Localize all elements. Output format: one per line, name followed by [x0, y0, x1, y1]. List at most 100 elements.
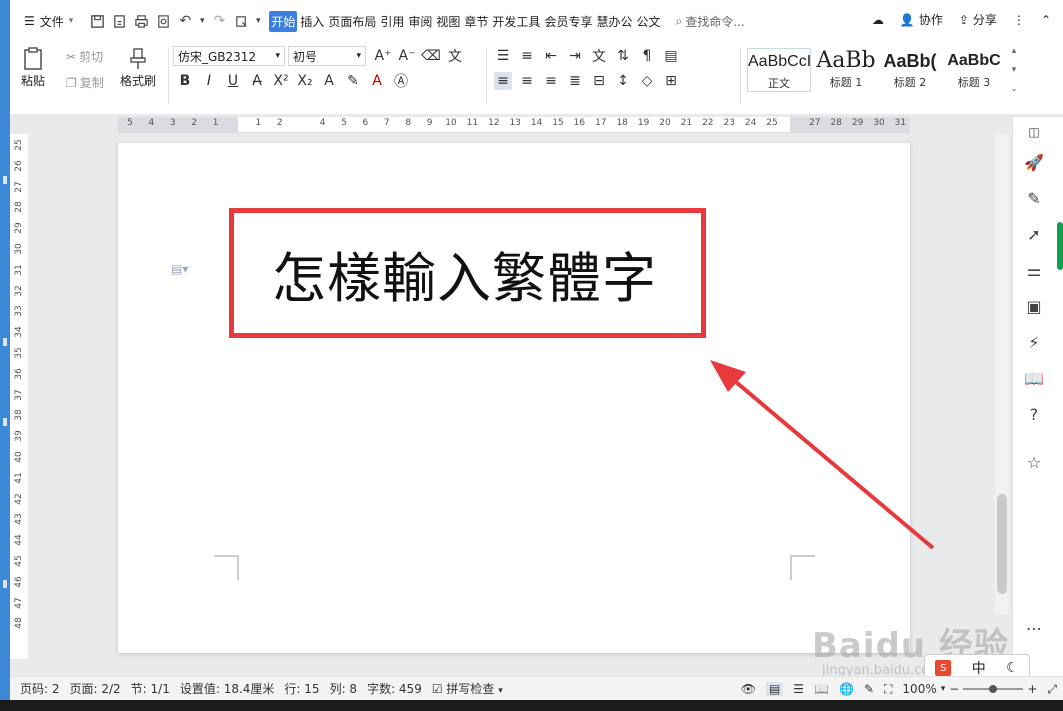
help-icon[interactable]: ?: [1023, 403, 1045, 425]
zoom-slider-knob[interactable]: [989, 685, 998, 693]
print-preview-icon[interactable]: [153, 11, 173, 31]
font-size-select[interactable]: 初号 ▾: [288, 46, 366, 66]
search-input[interactable]: 查找命令...: [685, 13, 744, 30]
line-spacing-icon[interactable]: ↕: [614, 72, 632, 90]
tab-view[interactable]: 视图: [435, 11, 461, 32]
chevron-down-icon[interactable]: ▾: [1012, 65, 1017, 75]
more-icon[interactable]: ⋮: [1013, 13, 1025, 27]
paste-button[interactable]: 粘贴: [20, 46, 46, 89]
align-center-icon[interactable]: ≡: [518, 72, 536, 90]
undo-icon[interactable]: ↶: [175, 11, 195, 31]
more-dots-icon[interactable]: ⋯: [1023, 617, 1045, 639]
tab-start[interactable]: 开始: [269, 10, 298, 32]
bold-icon[interactable]: B: [176, 72, 194, 90]
lightning-icon[interactable]: ⚡: [1023, 331, 1045, 353]
subscript-icon[interactable]: X₂: [296, 72, 314, 90]
web-view-icon[interactable]: 🌐: [839, 682, 854, 696]
style-heading-3[interactable]: AaBbC 标题 3: [942, 48, 1006, 92]
status-page-number[interactable]: 页码: 2: [20, 680, 60, 697]
status-word-count[interactable]: 字数: 459: [367, 680, 422, 697]
justify-icon[interactable]: ≣: [566, 72, 584, 90]
panel-toggle-icon[interactable]: ◫: [1023, 121, 1045, 143]
font-name-select[interactable]: 仿宋_GB2312 ▾: [173, 46, 285, 66]
tab-chapter[interactable]: 章节: [463, 11, 489, 32]
bullet-list-icon[interactable]: ☰: [494, 47, 512, 65]
quick-access-dropdown-icon[interactable]: ▾: [253, 11, 263, 31]
status-row[interactable]: 行: 15: [284, 680, 319, 697]
undo-dropdown-icon[interactable]: ▾: [197, 11, 207, 31]
underline-icon[interactable]: U: [224, 72, 242, 90]
decrease-indent-icon[interactable]: ⇤: [542, 47, 560, 65]
highlight-icon[interactable]: ✎: [344, 72, 362, 90]
distribute-icon[interactable]: ⊟: [590, 72, 608, 90]
status-col[interactable]: 列: 8: [330, 680, 358, 697]
status-section[interactable]: 节: 1/1: [131, 680, 170, 697]
status-pages[interactable]: 页面: 2/2: [70, 680, 121, 697]
scrollbar-thumb[interactable]: [997, 494, 1007, 594]
numbered-list-icon[interactable]: ≡: [518, 47, 536, 65]
tab-page-layout[interactable]: 页面布局: [327, 11, 377, 32]
style-gallery-scroll[interactable]: ▴ ▾ ⌄: [1008, 46, 1020, 94]
redo-icon[interactable]: ↷: [209, 11, 229, 31]
fullscreen-icon[interactable]: ⤢: [1047, 682, 1057, 697]
pen-icon[interactable]: ✎: [1023, 187, 1045, 209]
tab-member[interactable]: 会员专享: [543, 11, 593, 32]
ime-mode[interactable]: 中: [972, 658, 986, 678]
zoom-slider[interactable]: [963, 685, 1024, 693]
starred-folder-icon[interactable]: ☆: [1023, 451, 1045, 473]
tab-references[interactable]: 引用: [379, 11, 405, 32]
shading-icon[interactable]: ◇: [638, 72, 656, 90]
style-normal[interactable]: AaBbCcI 正文: [747, 48, 811, 92]
vertical-ruler[interactable]: 25 26 27 28 29 30 31 32 33 34 35 36 37 38 39 40 41 42 43 44…: [10, 134, 28, 659]
cursor-icon[interactable]: ➚: [1023, 223, 1045, 245]
vertical-scrollbar[interactable]: [995, 134, 1009, 614]
style-heading-2[interactable]: AaBb( 标题 2: [878, 48, 942, 92]
page-view-icon[interactable]: ▤: [765, 682, 784, 696]
gallery-expand-icon[interactable]: ⌄: [1010, 84, 1018, 94]
clear-format-icon[interactable]: ⌫: [421, 47, 441, 65]
image-edit-icon[interactable]: ▣: [1023, 295, 1045, 317]
zoom-out-icon[interactable]: −: [949, 682, 959, 696]
sort-icon[interactable]: ⇅: [614, 47, 632, 65]
shrink-font-icon[interactable]: A⁻: [398, 47, 416, 65]
collapse-ribbon-icon[interactable]: ⌃: [1041, 13, 1051, 27]
chinese-layout-icon[interactable]: 文: [590, 47, 608, 65]
zoom-control[interactable]: 100% ▾ − +: [902, 682, 1037, 696]
command-search[interactable]: ⌕ 查找命令...: [675, 13, 744, 30]
text-effect-icon[interactable]: A: [320, 72, 338, 90]
table-ruler-icon[interactable]: ▤: [662, 47, 680, 65]
moon-icon[interactable]: ☾: [1006, 660, 1019, 676]
rocket-icon[interactable]: 🚀: [1023, 151, 1045, 173]
write-view-icon[interactable]: ✎: [864, 682, 874, 696]
zoom-level[interactable]: 100%: [902, 682, 936, 696]
italic-icon[interactable]: I: [200, 72, 218, 90]
cloud-sync-icon[interactable]: ☁: [872, 13, 884, 27]
superscript-icon[interactable]: X²: [272, 72, 290, 90]
tab-developer[interactable]: 开发工具: [491, 11, 541, 32]
borders-icon[interactable]: ⊞: [662, 72, 680, 90]
fit-page-icon[interactable]: ⛶: [884, 682, 892, 697]
horizontal-ruler[interactable]: 5 4 3 2 1 1 2 4 5 6 7 8 9 10 11 12 13 14 15 16 17 18 19 20 21 22 2…: [118, 117, 910, 133]
tab-official-doc[interactable]: 公文: [635, 11, 661, 32]
side-green-tab[interactable]: [1057, 222, 1063, 270]
format-painter-button[interactable]: 格式刷: [120, 46, 156, 89]
file-menu[interactable]: ☰ 文件 ▾: [24, 13, 73, 30]
cut-button[interactable]: ✂ 剪切: [66, 48, 103, 65]
format-icon[interactable]: [231, 11, 251, 31]
collaborate-button[interactable]: 👤 协作: [900, 11, 943, 28]
copy-button[interactable]: ❐ 复制: [66, 74, 104, 91]
print-icon[interactable]: [131, 11, 151, 31]
increase-indent-icon[interactable]: ⇥: [566, 47, 584, 65]
grow-font-icon[interactable]: A⁺: [374, 47, 392, 65]
chevron-up-icon[interactable]: ▴: [1012, 46, 1017, 56]
tab-insert[interactable]: 插入: [299, 11, 325, 32]
char-border-icon[interactable]: Ⓐ: [392, 72, 410, 90]
reading-view-icon[interactable]: 📖: [814, 682, 829, 696]
paragraph-options-icon[interactable]: ▤▾: [171, 262, 188, 276]
status-setting[interactable]: 设置值: 18.4厘米: [180, 680, 275, 697]
phonetic-guide-icon[interactable]: 文: [446, 47, 464, 65]
tab-smart-office[interactable]: 慧办公: [595, 11, 633, 32]
style-heading-1[interactable]: AaBb 标题 1: [814, 48, 878, 92]
zoom-in-icon[interactable]: +: [1027, 682, 1037, 696]
save-icon[interactable]: [87, 11, 107, 31]
